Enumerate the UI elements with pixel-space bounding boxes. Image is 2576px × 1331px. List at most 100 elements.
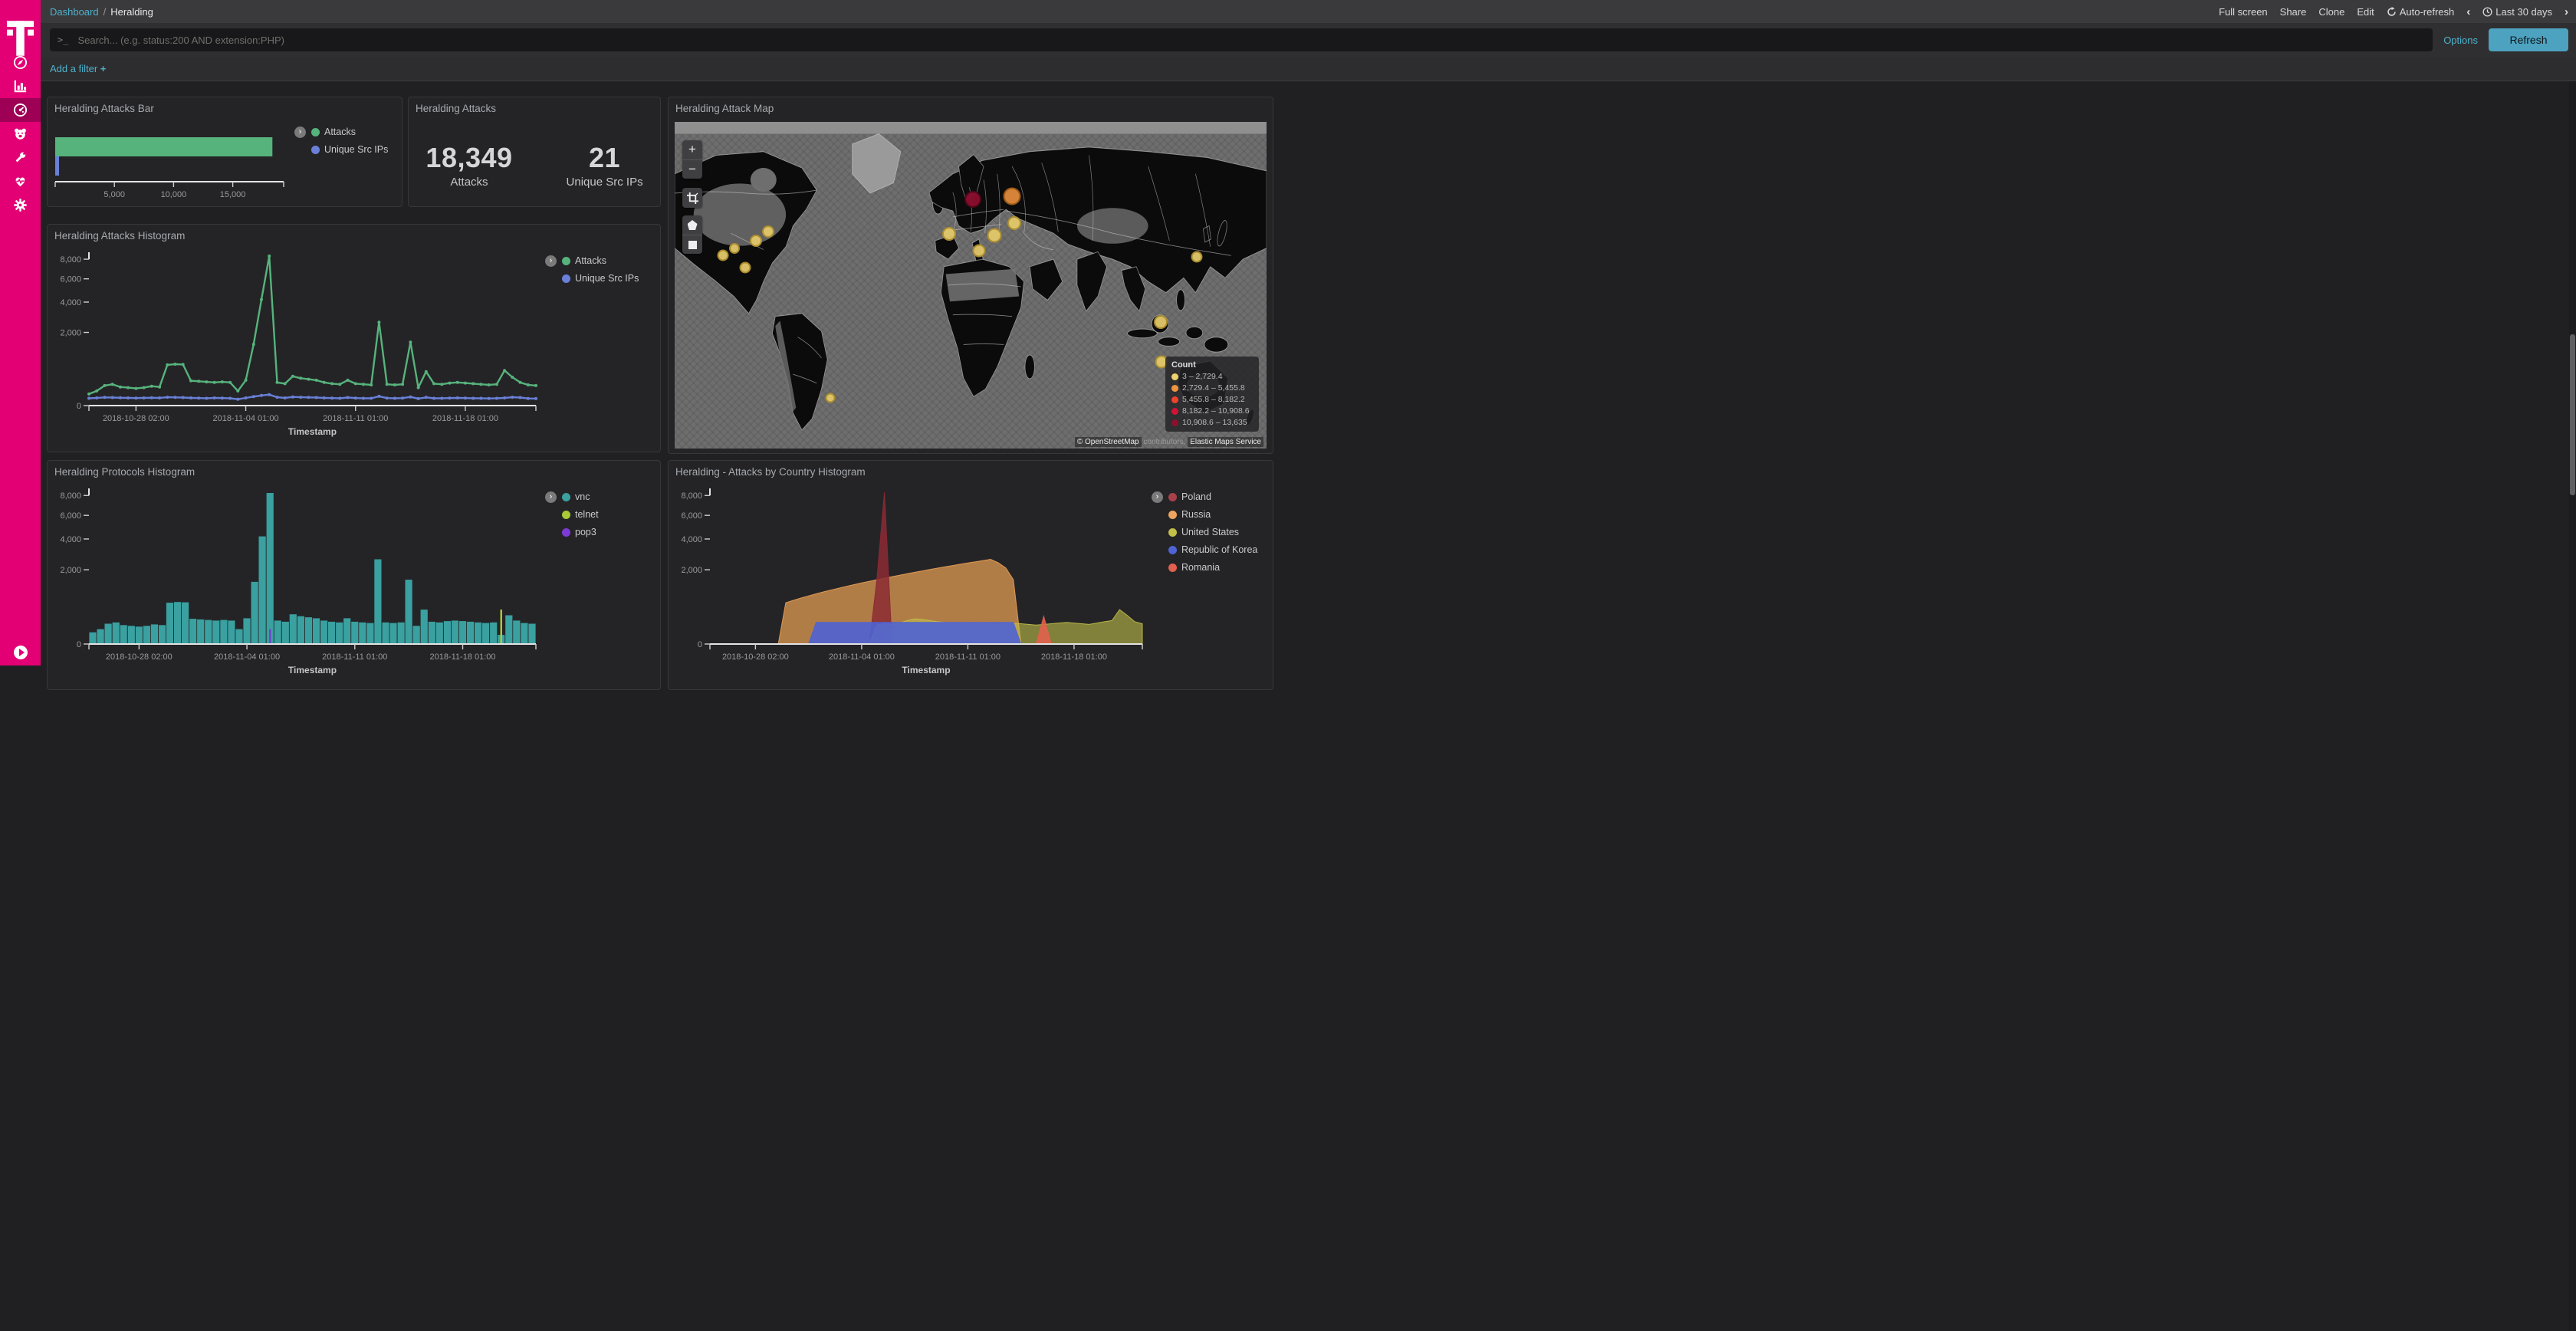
svg-text:0: 0 <box>698 640 702 649</box>
attack-location-circle[interactable] <box>987 228 1001 243</box>
map-attribution: © OpenStreetMap contributors, Elastic Ma… <box>1075 438 1263 446</box>
svg-text:2018-10-28 02:00: 2018-10-28 02:00 <box>106 652 172 662</box>
country-histogram-chart[interactable]: 02,0004,0006,0008,0002018-10-28 02:00201… <box>673 481 1150 677</box>
legend-label: 10,908.6 – 13,635 <box>1182 418 1247 427</box>
attack-location-circle[interactable] <box>762 225 774 238</box>
legend-toggle-icon[interactable]: › <box>294 127 306 138</box>
attack-location-circle[interactable] <box>1191 251 1202 263</box>
attack-location-circle[interactable] <box>750 235 762 247</box>
legend-label: pop3 <box>575 527 596 537</box>
chart-legend: › Attacks Unique Src IPs <box>293 116 402 206</box>
legend-item[interactable]: Poland <box>1168 491 1267 502</box>
scrollbar-thumb[interactable] <box>2570 334 2575 495</box>
legend-toggle-icon[interactable]: › <box>1152 491 1163 503</box>
sidebar-item-timelion[interactable] <box>0 122 41 146</box>
attack-location-circle[interactable] <box>729 243 740 254</box>
search-input[interactable] <box>76 34 2425 47</box>
osm-attribution-link[interactable]: © OpenStreetMap <box>1075 437 1142 447</box>
world-map[interactable]: + − Count 3 – 2,729.4 2,729.4 – 5,455.8 5,… <box>675 122 1267 449</box>
sidebar-item-visualize[interactable] <box>0 74 41 98</box>
attack-location-circle[interactable] <box>964 191 981 208</box>
map-zoom-out-button[interactable]: − <box>682 159 702 179</box>
map-draw-rectangle-button[interactable] <box>682 235 702 254</box>
sidebar-item-discover[interactable] <box>0 51 41 74</box>
svg-text:0: 0 <box>77 402 81 411</box>
edit-button[interactable]: Edit <box>2357 6 2374 18</box>
attack-location-circle[interactable] <box>718 250 729 261</box>
play-right-icon <box>19 649 25 656</box>
map-draw-polygon-button[interactable] <box>682 215 702 235</box>
legend-item[interactable]: telnet <box>562 509 654 520</box>
attack-location-circle[interactable] <box>1154 315 1168 329</box>
legend-label: Unique Src IPs <box>575 273 639 284</box>
query-bar: >_ Options Refresh <box>41 23 2576 57</box>
compass-icon <box>13 55 28 70</box>
legend-item[interactable]: United States <box>1168 527 1267 537</box>
add-filter-button[interactable]: Add a filter + <box>50 63 106 74</box>
sidebar-expand-button[interactable] <box>14 646 28 659</box>
crop-icon <box>687 192 698 204</box>
map-legend-title: Count <box>1171 360 1253 370</box>
attack-location-circle[interactable] <box>972 245 985 258</box>
attacks-histogram-chart[interactable]: 02,0004,0006,0008,0002018-10-28 02:00201… <box>52 245 544 439</box>
legend-color-dot <box>1171 396 1178 403</box>
wrench-icon <box>13 150 28 165</box>
legend-item[interactable]: 3 – 2,729.4 <box>1171 372 1253 381</box>
legend-item[interactable]: Unique Src IPs <box>311 144 399 155</box>
legend-label: telnet <box>575 509 599 520</box>
metric-label: Unique Src IPs <box>567 176 643 189</box>
panel-title: Heralding Attacks Histogram <box>48 225 660 243</box>
time-back-chevron[interactable]: ‹ <box>2466 6 2470 18</box>
legend-item[interactable]: 10,908.6 – 13,635 <box>1171 418 1253 427</box>
svg-text:Timestamp: Timestamp <box>288 426 337 437</box>
legend-toggle-icon[interactable]: › <box>545 491 557 503</box>
map-fit-bounds-button[interactable] <box>682 188 702 208</box>
svg-text:Timestamp: Timestamp <box>902 665 950 675</box>
legend-label: 5,455.8 – 8,182.2 <box>1182 395 1245 404</box>
attack-location-circle[interactable] <box>739 261 751 273</box>
attack-location-circle[interactable] <box>942 227 956 241</box>
app-sidebar <box>0 0 41 666</box>
legend-item[interactable]: vnc <box>562 491 654 502</box>
attack-location-circle[interactable] <box>1004 188 1021 205</box>
refresh-button[interactable]: Refresh <box>2489 28 2568 51</box>
sidebar-item-dashboard[interactable] <box>0 98 41 122</box>
legend-label: 3 – 2,729.4 <box>1182 372 1223 381</box>
sidebar-item-monitoring[interactable] <box>0 169 41 193</box>
legend-item[interactable]: 8,182.2 – 10,908.6 <box>1171 406 1253 416</box>
legend-item[interactable]: Attacks <box>562 255 654 266</box>
svg-text:2018-11-11 01:00: 2018-11-11 01:00 <box>935 652 1001 662</box>
attack-location-circle[interactable] <box>1007 216 1021 230</box>
clone-button[interactable]: Clone <box>2318 6 2344 18</box>
sidebar-item-management[interactable] <box>0 193 41 217</box>
attacks-bar-chart[interactable]: 5,00010,00015,000 <box>48 116 293 206</box>
map-zoom-controls: + − <box>682 140 702 179</box>
legend-item[interactable]: Republic of Korea <box>1168 544 1267 555</box>
auto-refresh-button[interactable]: Auto-refresh <box>2387 6 2455 18</box>
metric-value: 21 <box>567 142 643 174</box>
legend-item[interactable]: pop3 <box>562 527 654 537</box>
protocols-histogram-chart[interactable]: 02,0004,0006,0008,0002018-10-28 02:00201… <box>52 481 544 677</box>
panel-protocols-histogram: Heralding Protocols Histogram 02,0004,00… <box>47 460 661 690</box>
attack-location-circle[interactable] <box>826 393 836 403</box>
legend-item[interactable]: 2,729.4 – 5,455.8 <box>1171 383 1253 393</box>
ems-attribution-link[interactable]: Elastic Maps Service <box>1188 437 1263 447</box>
time-forward-chevron[interactable]: › <box>2564 6 2568 18</box>
legend-item[interactable]: 5,455.8 – 8,182.2 <box>1171 395 1253 404</box>
options-link[interactable]: Options <box>2443 35 2478 46</box>
legend-item[interactable]: Attacks <box>311 127 399 137</box>
svg-text:4,000: 4,000 <box>60 298 81 307</box>
refresh-arrow-icon <box>2387 7 2397 17</box>
legend-item[interactable]: Russia <box>1168 509 1267 520</box>
legend-item[interactable]: Romania <box>1168 562 1267 573</box>
legend-color-dot <box>1168 493 1177 501</box>
time-picker-button[interactable]: Last 30 days <box>2482 6 2552 18</box>
sidebar-item-devtools[interactable] <box>0 146 41 169</box>
map-zoom-in-button[interactable]: + <box>682 140 702 159</box>
share-button[interactable]: Share <box>2280 6 2307 18</box>
legend-toggle-icon[interactable]: › <box>545 255 557 267</box>
breadcrumb-dashboard-link[interactable]: Dashboard <box>50 6 99 18</box>
full-screen-button[interactable]: Full screen <box>2219 6 2268 18</box>
legend-label: 2,729.4 – 5,455.8 <box>1182 383 1245 393</box>
legend-item[interactable]: Unique Src IPs <box>562 273 654 284</box>
